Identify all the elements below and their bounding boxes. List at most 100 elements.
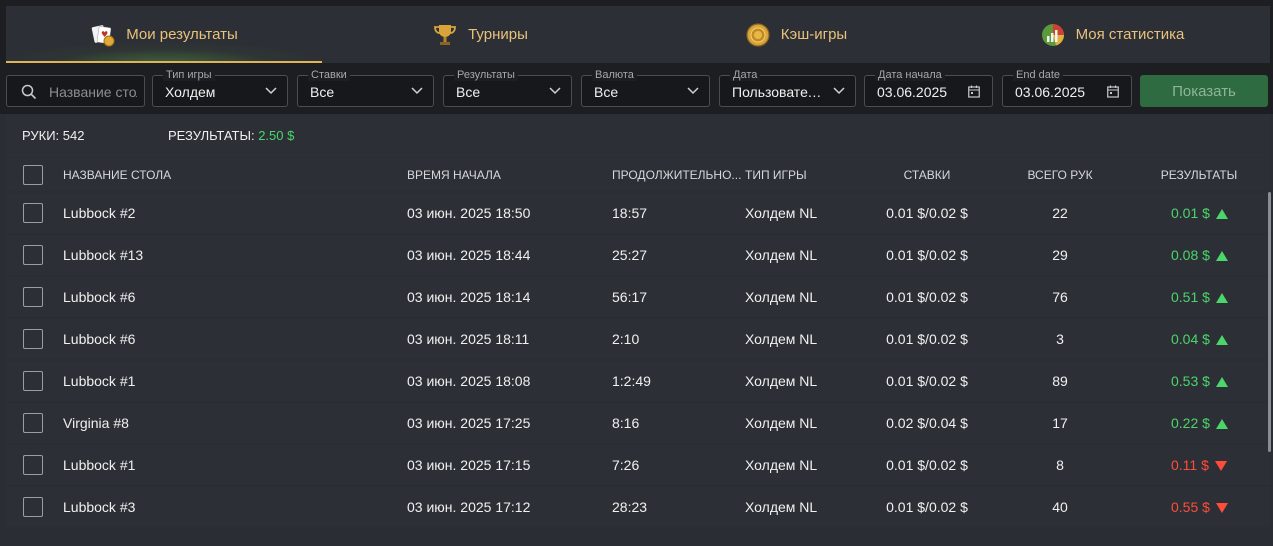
row-checkbox[interactable] [23,371,43,391]
tab-my-stats[interactable]: Моя статистика [954,6,1270,63]
row-stakes: 0.01 $/0.02 $ [886,373,968,389]
row-start-time: 03 июн. 2025 17:12 [407,499,531,515]
row-checkbox[interactable] [23,329,43,349]
row-checkbox[interactable] [23,455,43,475]
tab-cash-games[interactable]: Кэш-игры [638,6,954,63]
row-game-type: Холдем NL [745,331,818,347]
chevron-down-icon [411,87,423,95]
end-date-label: End date [1013,69,1064,81]
row-result-value: 0.04 $ [1171,331,1210,347]
row-table-name: Lubbock #1 [63,457,136,473]
row-result-value: 0.01 $ [1171,205,1210,221]
row-result: 0.22 $ [1171,415,1228,431]
row-checkbox[interactable] [23,287,43,307]
row-checkbox[interactable] [23,413,43,433]
arrow-up-icon [1215,419,1228,429]
row-table-name: Lubbock #6 [63,289,136,305]
select-all-checkbox[interactable] [23,165,43,185]
col-stakes[interactable]: СТАВКИ [904,168,951,182]
game-type-select[interactable]: Тип игры Холдем [152,69,288,107]
tab-tournaments-label: Турниры [468,26,528,43]
table-header: НАЗВАНИЕ СТОЛА ВРЕМЯ НАЧАЛА ПРОДОЛЖИТЕЛЬ… [6,158,1270,191]
row-total-hands: 22 [1052,205,1068,221]
row-duration: 56:17 [612,289,648,305]
col-game-type[interactable]: ТИП ИГРЫ [745,168,807,182]
table-row[interactable]: Lubbock #6 03 июн. 2025 18:11 2:10 Холдем N… [6,319,1270,359]
row-result-value: 0.53 $ [1171,373,1210,389]
game-type-label: Тип игры [163,69,215,81]
row-checkbox[interactable] [23,203,43,223]
col-duration[interactable]: ПРОДОЛЖИТЕЛЬНО... [612,168,741,182]
row-stakes: 0.01 $/0.02 $ [886,457,968,473]
col-total-hands[interactable]: ВСЕГО РУК [1027,168,1092,182]
row-total-hands: 3 [1056,331,1064,347]
row-checkbox[interactable] [23,497,43,517]
results-summary: РЕЗУЛЬТАТЫ: 2.50 $ [168,128,294,143]
filter-bar: Тип игры Холдем Ставки Все Результаты Вс… [0,64,1273,114]
search-field[interactable] [6,75,145,107]
row-stakes: 0.01 $/0.02 $ [886,289,968,305]
row-stakes: 0.01 $/0.02 $ [886,499,968,515]
results-value: Все [456,84,481,100]
date-select[interactable]: Дата Пользовательский [719,69,856,107]
trophy-icon [434,24,457,45]
row-duration: 18:57 [612,205,648,221]
hands-value: 542 [62,128,85,143]
table-row[interactable]: Lubbock #3 03 июн. 2025 17:12 28:23 Холдем … [6,487,1270,527]
table-row[interactable]: Virginia #8 03 июн. 2025 17:25 8:16 Холдем … [6,403,1270,443]
table-row[interactable]: Lubbock #13 03 июн. 2025 18:44 25:27 Холдем… [6,235,1270,275]
stakes-label: Ставки [308,69,350,81]
hands-label: РУКИ: [22,128,60,143]
currency-select[interactable]: Валюта Все [581,69,710,107]
row-start-time: 03 июн. 2025 18:11 [407,331,530,347]
row-table-name: Lubbock #6 [63,331,136,347]
results-select[interactable]: Результаты Все [443,69,572,107]
row-game-type: Холдем NL [745,247,818,263]
row-game-type: Холдем NL [745,415,818,431]
tab-tournaments[interactable]: Турниры [322,6,638,63]
row-total-hands: 29 [1052,247,1068,263]
row-start-time: 03 июн. 2025 18:14 [407,289,531,305]
col-table-name[interactable]: НАЗВАНИЕ СТОЛА [63,168,171,182]
stats-chart-icon [1041,23,1064,46]
chevron-down-icon [833,87,845,95]
table-row[interactable]: Lubbock #1 03 июн. 2025 17:15 7:26 Холдем N… [6,445,1270,485]
row-start-time: 03 июн. 2025 18:08 [407,373,531,389]
results-summary-value: 2.50 $ [258,128,295,143]
row-total-hands: 40 [1052,499,1068,515]
start-date-value: 03.06.2025 [877,84,948,100]
calendar-icon[interactable] [968,85,980,98]
cards-icon: ♥ [91,24,115,46]
col-results[interactable]: РЕЗУЛЬТАТЫ [1161,168,1238,182]
search-input[interactable] [49,82,137,102]
row-table-name: Virginia #8 [63,415,129,431]
search-icon [21,84,37,100]
row-game-type: Холдем NL [745,289,818,305]
row-duration: 8:16 [612,415,640,431]
row-stakes: 0.01 $/0.02 $ [886,205,968,221]
arrow-down-icon [1215,503,1228,513]
tab-my-results[interactable]: ♥ Мои результаты [6,6,322,63]
table-row[interactable]: Lubbock #2 03 июн. 2025 18:50 18:57 Холдем … [6,193,1270,233]
stakes-select[interactable]: Ставки Все [297,69,434,107]
end-date-field[interactable]: End date 03.06.2025 [1002,69,1132,107]
currency-label: Валюта [592,69,637,81]
arrow-up-icon [1215,293,1228,303]
row-result: 0.51 $ [1171,289,1228,305]
table-row[interactable]: Lubbock #6 03 июн. 2025 18:14 56:17 Холдем … [6,277,1270,317]
row-duration: 28:23 [612,499,648,515]
table-row[interactable]: Lubbock #1 03 июн. 2025 18:08 1:2:49 Холдем… [6,361,1270,401]
results-label: Результаты [454,69,518,81]
scrollbar[interactable] [1268,192,1271,452]
show-button[interactable]: Показать [1140,75,1268,107]
row-total-hands: 76 [1052,289,1068,305]
col-start-time[interactable]: ВРЕМЯ НАЧАЛА [407,168,501,182]
row-game-type: Холдем NL [745,457,818,473]
start-date-field[interactable]: Дата начала 03.06.2025 [864,69,993,107]
row-checkbox[interactable] [23,245,43,265]
calendar-icon[interactable] [1107,85,1119,98]
date-value: Пользовательский [732,84,824,100]
row-result-value: 0.08 $ [1171,247,1210,263]
chip-icon [746,22,770,47]
row-duration: 25:27 [612,247,648,263]
